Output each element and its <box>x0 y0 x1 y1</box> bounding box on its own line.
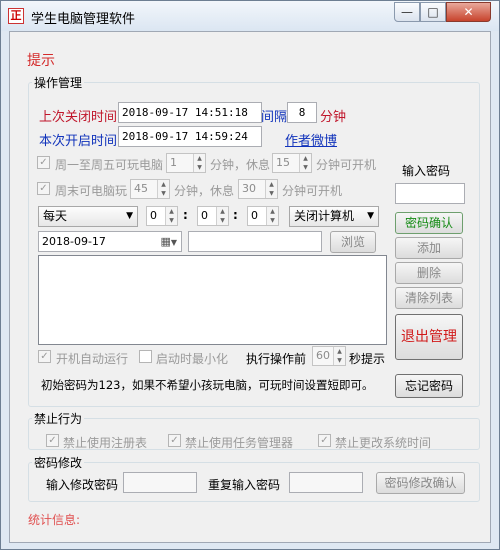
add-button[interactable]: 添加 <box>395 237 463 259</box>
second-value: 0 <box>251 209 258 222</box>
hour-value: 0 <box>150 209 157 222</box>
spinner-arrows-icon[interactable]: ▲ ▼ <box>157 180 169 198</box>
spinner-arrows-icon[interactable]: ▲ ▼ <box>216 207 228 225</box>
password-input[interactable] <box>395 183 465 204</box>
weekend-rest-value: 30 <box>242 182 256 195</box>
weekday-tail-text: 分钟可开机 <box>316 158 377 172</box>
stats-label: 统计信息: <box>28 513 81 527</box>
weekend-play-spinner[interactable]: 45 ▲ ▼ <box>130 179 170 199</box>
repeat-password-label: 重复输入密码 <box>208 478 281 492</box>
client-area: 提示 操作管理 上次关闭时间 2018-09-17 14:51:18 间隔 8 … <box>9 31 491 543</box>
spinner-arrows-icon[interactable]: ▲ ▼ <box>265 180 277 198</box>
spinner-arrows-icon[interactable]: ▲ ▼ <box>165 207 177 225</box>
autostart-checkbox[interactable]: ✓ <box>38 350 51 363</box>
interval-label: 间隔 <box>261 110 288 125</box>
weekend-mid-text: 分钟，休息 <box>174 184 235 198</box>
password-label: 输入密码 <box>402 164 451 178</box>
weekday-checkbox[interactable]: ✓ <box>37 156 50 169</box>
exit-management-button[interactable]: 退出管理 <box>395 314 463 360</box>
registry-checkbox[interactable]: ✓ <box>46 434 59 447</box>
second-spinner[interactable]: 0 ▲ ▼ <box>247 206 279 226</box>
minimize-label: 启动时最小化 <box>156 352 229 366</box>
weekday-label: 周一至周五可玩电脑 <box>55 158 164 172</box>
spinner-arrows-icon[interactable]: ▲ ▼ <box>193 154 205 172</box>
forgot-password-button[interactable]: 忘记密码 <box>395 374 463 398</box>
this-open-label: 本次开启时间 <box>39 134 118 149</box>
autostart-label: 开机自动运行 <box>56 352 129 366</box>
tip-label: 提示 <box>27 53 55 69</box>
before-spinner[interactable]: 60 ▲ ▼ <box>312 346 346 366</box>
minute-spinner[interactable]: 0 ▲ ▼ <box>197 206 229 226</box>
author-weibo-link[interactable]: 作者微博 <box>285 130 337 149</box>
interval-unit: 分钟 <box>320 110 347 125</box>
last-close-label: 上次关闭时间 <box>39 110 118 125</box>
frequency-value: 每天 <box>43 209 68 223</box>
calendar-icon[interactable]: ▦▼ <box>160 232 177 251</box>
weekend-checkbox[interactable]: ✓ <box>37 182 50 195</box>
taskmgr-checkbox[interactable]: ✓ <box>168 434 181 447</box>
before-unit: 秒提示 <box>349 352 386 366</box>
delete-button[interactable]: 删除 <box>395 262 463 284</box>
weekend-play-value: 45 <box>134 182 148 195</box>
path-field[interactable] <box>188 231 322 252</box>
app-icon: 正 <box>8 8 24 24</box>
action-select[interactable]: 关闭计算机 ▼ <box>289 206 379 227</box>
ops-group-label: 操作管理 <box>32 74 85 91</box>
password-change-confirm-button[interactable]: 密码修改确认 <box>376 472 465 494</box>
weekday-mid-text: 分钟，休息 <box>210 158 271 172</box>
maximize-button[interactable]: □ <box>420 2 446 22</box>
interval-field[interactable]: 8 <box>287 102 317 123</box>
before-value: 60 <box>316 349 330 362</box>
spinner-arrows-icon[interactable]: ▲ ▼ <box>266 207 278 225</box>
app-window: 正 学生电脑管理软件 — □ ✕ 提示 操作管理 上次关闭时间 2018-09-… <box>0 0 500 550</box>
date-value: 2018-09-17 <box>42 235 106 248</box>
weekday-rest-spinner[interactable]: 15 ▲ ▼ <box>272 153 312 173</box>
weekend-tail-text: 分钟可开机 <box>282 184 343 198</box>
before-label: 执行操作前 <box>246 352 307 366</box>
weekday-rest-value: 15 <box>276 156 290 169</box>
this-open-field[interactable]: 2018-09-17 14:59:24 <box>118 126 262 147</box>
spinner-arrows-icon[interactable]: ▲ ▼ <box>333 347 345 365</box>
action-value: 关闭计算机 <box>294 209 355 223</box>
forbid-group-label: 禁止行为 <box>32 410 85 427</box>
date-picker[interactable]: 2018-09-17 ▦▼ <box>38 231 182 252</box>
minute-value: 0 <box>201 209 208 222</box>
browse-button[interactable]: 浏览 <box>330 231 376 253</box>
repeat-password-input[interactable] <box>289 472 363 493</box>
minimize-checkbox[interactable] <box>139 350 152 363</box>
chevron-down-icon: ▼ <box>126 211 133 221</box>
weekend-label: 周末可电脑玩 <box>55 184 128 198</box>
chevron-down-icon: ▼ <box>367 211 374 221</box>
password-change-label: 密码修改 <box>32 454 85 471</box>
hour-spinner[interactable]: 0 ▲ ▼ <box>146 206 178 226</box>
weekday-play-value: 1 <box>170 156 177 169</box>
time-separator: : <box>233 208 238 222</box>
new-password-label: 输入修改密码 <box>46 478 119 492</box>
taskmgr-label: 禁止使用任务管理器 <box>185 436 294 450</box>
frequency-select[interactable]: 每天 ▼ <box>38 206 138 227</box>
spinner-arrows-icon[interactable]: ▲ ▼ <box>299 154 311 172</box>
registry-label: 禁止使用注册表 <box>63 436 148 450</box>
title-bar[interactable]: 正 学生电脑管理软件 — □ ✕ <box>1 1 499 31</box>
info-text: 初始密码为123，如果不希望小孩玩电脑，可玩时间设置短即可。 <box>41 378 374 392</box>
weekend-rest-spinner[interactable]: 30 ▲ ▼ <box>238 179 278 199</box>
weekday-play-spinner[interactable]: 1 ▲ ▼ <box>166 153 206 173</box>
time-separator: : <box>183 208 188 222</box>
schedule-list[interactable] <box>38 255 387 345</box>
close-button[interactable]: ✕ <box>446 2 491 22</box>
new-password-input[interactable] <box>123 472 197 493</box>
minimize-button[interactable]: — <box>394 2 420 22</box>
window-title: 学生电脑管理软件 <box>31 12 136 27</box>
systime-checkbox[interactable]: ✓ <box>318 434 331 447</box>
password-confirm-button[interactable]: 密码确认 <box>395 212 463 234</box>
systime-label: 禁止更改系统时间 <box>335 436 432 450</box>
last-close-field[interactable]: 2018-09-17 14:51:18 <box>118 102 262 123</box>
clear-list-button[interactable]: 清除列表 <box>395 287 463 309</box>
